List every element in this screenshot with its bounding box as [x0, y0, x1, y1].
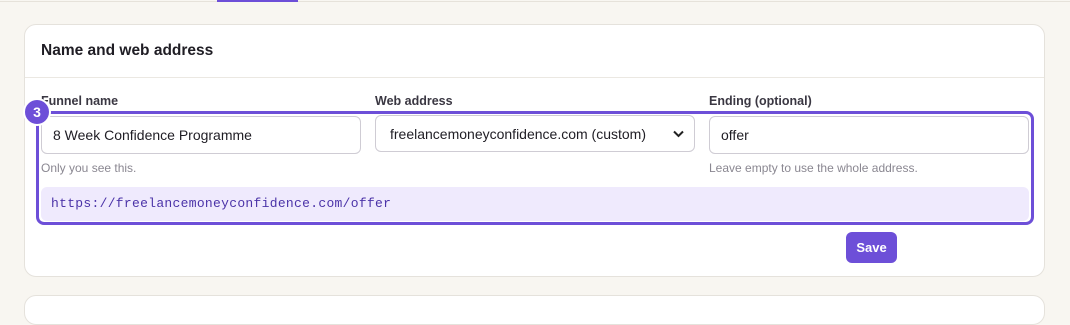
- save-button[interactable]: Save: [846, 232, 897, 263]
- ending-value: offer: [721, 127, 749, 143]
- top-divider: [0, 1, 1070, 2]
- ending-label: Ending (optional): [709, 94, 812, 108]
- active-tab-indicator: [217, 0, 298, 2]
- card-title: Name and web address: [41, 42, 214, 59]
- ending-help: Leave empty to use the whole address.: [709, 161, 918, 175]
- web-address-label: Web address: [375, 94, 453, 108]
- card-header: Name and web address: [25, 25, 1044, 78]
- name-and-web-address-card: Name and web address Funnel name Web add…: [23, 24, 1045, 277]
- chevron-down-icon: [673, 127, 684, 141]
- web-address-select[interactable]: freelancemoneyconfidence.com (custom): [375, 115, 695, 152]
- step-number-badge: 3: [23, 98, 51, 126]
- funnel-name-help: Only you see this.: [41, 161, 137, 175]
- funnel-name-input[interactable]: 8 Week Confidence Programme: [41, 116, 361, 154]
- funnel-name-value: 8 Week Confidence Programme: [53, 127, 252, 143]
- url-preview: https://freelancemoneyconfidence.com/off…: [41, 187, 1029, 221]
- funnel-name-label: Funnel name: [41, 94, 119, 108]
- web-address-selected-value: freelancemoneyconfidence.com (custom): [390, 125, 647, 142]
- next-section-card: [24, 295, 1045, 325]
- ending-input[interactable]: offer: [709, 116, 1029, 154]
